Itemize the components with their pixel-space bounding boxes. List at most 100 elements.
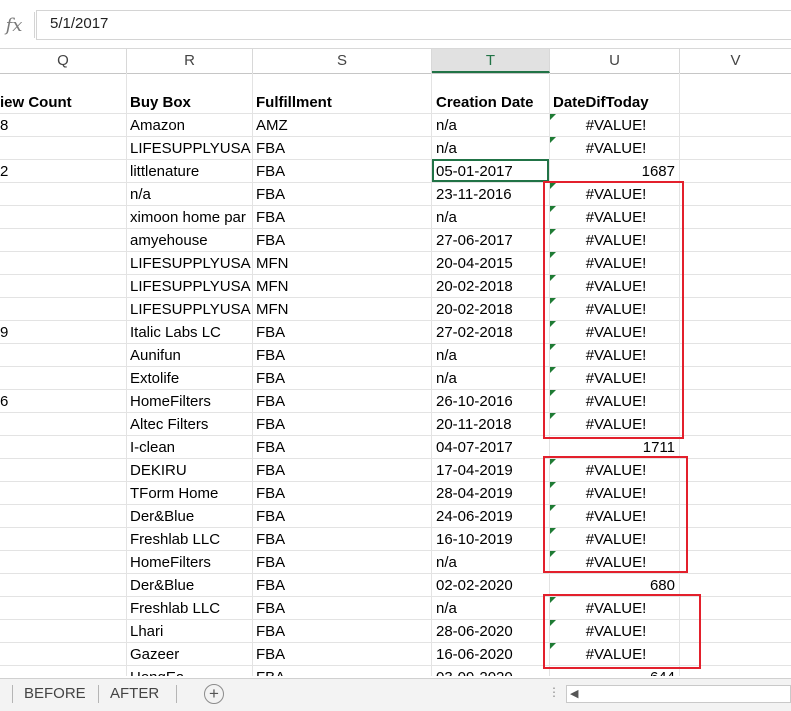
date-dif-cell[interactable]: #VALUE!: [553, 114, 679, 137]
buy-box-cell[interactable]: I-clean: [130, 436, 251, 459]
horizontal-scrollbar[interactable]: [566, 685, 791, 703]
view-count-cell[interactable]: [0, 574, 124, 597]
column-header-u[interactable]: U: [550, 49, 680, 73]
creation-date-cell[interactable]: n/a: [436, 344, 546, 367]
view-count-cell[interactable]: [0, 137, 124, 160]
buy-box-cell[interactable]: Lhari: [130, 620, 251, 643]
date-dif-cell[interactable]: #VALUE!: [553, 597, 679, 620]
buy-box-cell[interactable]: amyehouse: [130, 229, 251, 252]
creation-date-cell[interactable]: 28-06-2020: [436, 620, 546, 643]
creation-date-cell[interactable]: 20-11-2018: [436, 413, 546, 436]
buy-box-cell[interactable]: DEKIRU: [130, 459, 251, 482]
buy-box-cell[interactable]: Extolife: [130, 367, 251, 390]
buy-box-cell[interactable]: Gazeer: [130, 643, 251, 666]
fulfillment-cell[interactable]: MFN: [256, 298, 428, 321]
fulfillment-cell[interactable]: FBA: [256, 620, 428, 643]
buy-box-cell[interactable]: LIFESUPPLYUSA: [130, 137, 251, 160]
plus-circle-icon[interactable]: +: [204, 684, 224, 704]
fulfillment-cell[interactable]: FBA: [256, 160, 428, 183]
date-dif-cell[interactable]: #VALUE!: [553, 206, 679, 229]
fulfillment-cell[interactable]: FBA: [256, 597, 428, 620]
fulfillment-cell[interactable]: MFN: [256, 252, 428, 275]
fulfillment-cell[interactable]: MFN: [256, 275, 428, 298]
fulfillment-cell[interactable]: FBA: [256, 390, 428, 413]
view-count-cell[interactable]: 6: [0, 390, 124, 413]
date-dif-cell[interactable]: #VALUE!: [553, 229, 679, 252]
view-count-cell[interactable]: 2: [0, 160, 124, 183]
date-dif-cell[interactable]: #VALUE!: [553, 252, 679, 275]
date-dif-cell[interactable]: #VALUE!: [553, 321, 679, 344]
date-dif-cell[interactable]: #VALUE!: [553, 505, 679, 528]
column-header-r[interactable]: R: [127, 49, 253, 73]
sheet-tab-after[interactable]: AFTER: [100, 683, 169, 705]
buy-box-cell[interactable]: LIFESUPPLYUSA: [130, 298, 251, 321]
fulfillment-cell[interactable]: FBA: [256, 137, 428, 160]
creation-date-cell[interactable]: 16-10-2019: [436, 528, 546, 551]
date-dif-cell[interactable]: 680: [553, 574, 675, 597]
fulfillment-cell[interactable]: AMZ: [256, 114, 428, 137]
creation-date-cell[interactable]: 23-11-2016: [436, 183, 546, 206]
view-count-cell[interactable]: 8: [0, 114, 124, 137]
creation-date-cell[interactable]: 02-02-2020: [436, 574, 546, 597]
creation-date-cell[interactable]: n/a: [436, 551, 546, 574]
column-header-q[interactable]: Q: [0, 49, 127, 73]
date-dif-cell[interactable]: 1687: [553, 160, 675, 183]
fulfillment-cell[interactable]: FBA: [256, 574, 428, 597]
creation-date-cell[interactable]: 27-06-2017: [436, 229, 546, 252]
view-count-cell[interactable]: [0, 643, 124, 666]
creation-date-cell[interactable]: 27-02-2018: [436, 321, 546, 344]
creation-date-cell[interactable]: n/a: [436, 597, 546, 620]
buy-box-cell[interactable]: Altec Filters: [130, 413, 251, 436]
fulfillment-cell[interactable]: FBA: [256, 206, 428, 229]
fulfillment-cell[interactable]: FBA: [256, 551, 428, 574]
view-count-cell[interactable]: [0, 252, 124, 275]
fulfillment-cell[interactable]: FBA: [256, 482, 428, 505]
date-dif-cell[interactable]: #VALUE!: [553, 183, 679, 206]
buy-box-cell[interactable]: Amazon: [130, 114, 251, 137]
tab-split-handle[interactable]: ⋮: [548, 685, 560, 699]
view-count-cell[interactable]: [0, 459, 124, 482]
buy-box-cell[interactable]: LIFESUPPLYUSA: [130, 252, 251, 275]
view-count-cell[interactable]: [0, 206, 124, 229]
view-count-cell[interactable]: [0, 528, 124, 551]
date-dif-cell[interactable]: #VALUE!: [553, 551, 679, 574]
date-dif-cell[interactable]: #VALUE!: [553, 459, 679, 482]
creation-date-cell[interactable]: n/a: [436, 367, 546, 390]
formula-input[interactable]: [36, 10, 791, 40]
fulfillment-cell[interactable]: FBA: [256, 459, 428, 482]
buy-box-cell[interactable]: littlenature: [130, 160, 251, 183]
creation-date-cell[interactable]: n/a: [436, 137, 546, 160]
buy-box-cell[interactable]: Freshlab LLC: [130, 528, 251, 551]
date-dif-cell[interactable]: #VALUE!: [553, 344, 679, 367]
view-count-cell[interactable]: [0, 229, 124, 252]
header-fulfillment[interactable]: Fulfillment: [256, 91, 428, 114]
creation-date-cell[interactable]: n/a: [436, 114, 546, 137]
fulfillment-cell[interactable]: FBA: [256, 505, 428, 528]
buy-box-cell[interactable]: HomeFilters: [130, 390, 251, 413]
creation-date-cell[interactable]: 20-02-2018: [436, 275, 546, 298]
fulfillment-cell[interactable]: FBA: [256, 528, 428, 551]
view-count-cell[interactable]: [0, 482, 124, 505]
date-dif-cell[interactable]: 1711: [553, 436, 675, 459]
header-buy-box[interactable]: Buy Box: [130, 91, 250, 114]
buy-box-cell[interactable]: Der&Blue: [130, 505, 251, 528]
view-count-cell[interactable]: [0, 183, 124, 206]
column-header-v[interactable]: V: [680, 49, 791, 73]
buy-box-cell[interactable]: HomeFilters: [130, 551, 251, 574]
buy-box-cell[interactable]: Italic Labs LC: [130, 321, 251, 344]
fulfillment-cell[interactable]: FBA: [256, 666, 428, 676]
buy-box-cell[interactable]: Der&Blue: [130, 574, 251, 597]
buy-box-cell[interactable]: LIFESUPPLYUSA: [130, 275, 251, 298]
view-count-cell[interactable]: [0, 275, 124, 298]
creation-date-cell[interactable]: 17-04-2019: [436, 459, 546, 482]
date-dif-cell[interactable]: #VALUE!: [553, 482, 679, 505]
view-count-cell[interactable]: [0, 551, 124, 574]
creation-date-cell[interactable]: 24-06-2019: [436, 505, 546, 528]
view-count-cell[interactable]: [0, 505, 124, 528]
view-count-cell[interactable]: 9: [0, 321, 124, 344]
creation-date-cell[interactable]: 20-04-2015: [436, 252, 546, 275]
view-count-cell[interactable]: [0, 436, 124, 459]
date-dif-cell[interactable]: #VALUE!: [553, 137, 679, 160]
header-creation-date[interactable]: Creation Date: [436, 91, 548, 114]
sheet-tab-before[interactable]: BEFORE: [14, 683, 96, 705]
